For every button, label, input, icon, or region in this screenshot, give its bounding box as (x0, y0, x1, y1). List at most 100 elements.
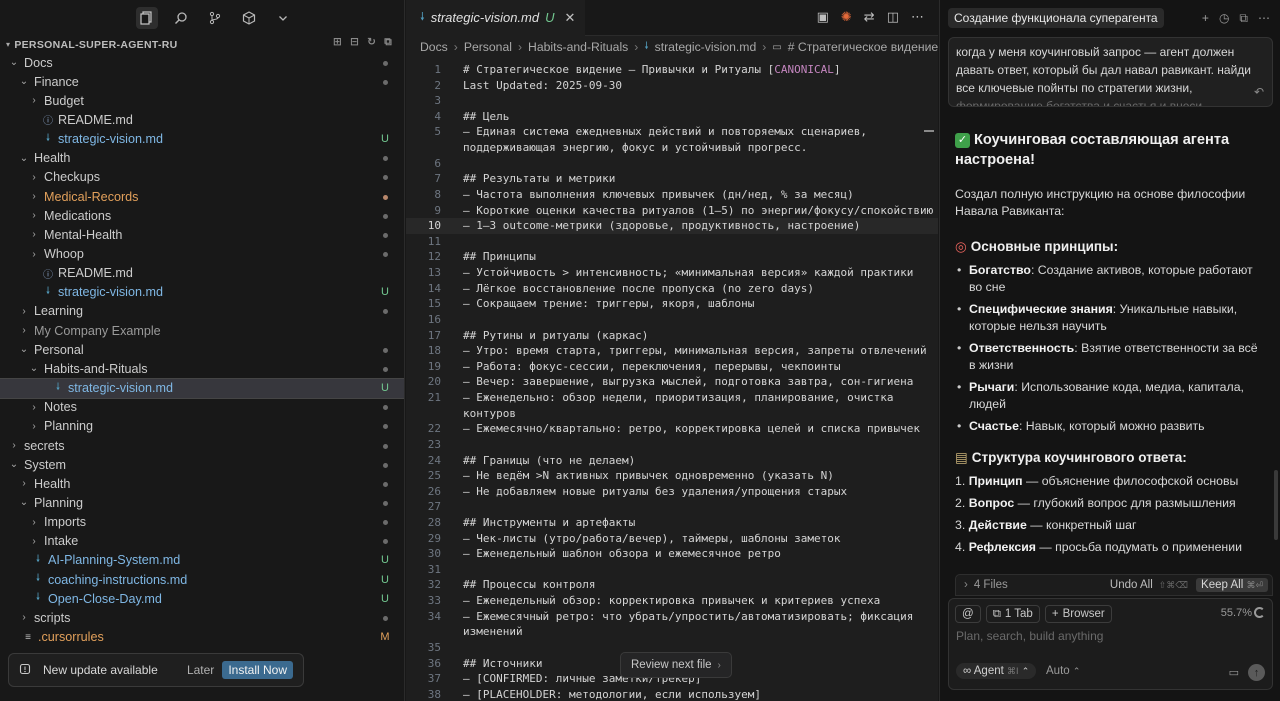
spark-icon[interactable]: ✺ (841, 9, 852, 25)
code-line[interactable]: 34 – Ежемесячный ретро: что убрать/упрост… (406, 609, 938, 625)
agent-mode-selector[interactable]: ∞ Agent ⌘I ⌃ (956, 663, 1037, 679)
more-icon[interactable]: ⋯ (911, 9, 924, 25)
keep-all-button[interactable]: Keep All ⌘⏎ (1196, 578, 1268, 592)
collapse-all-icon[interactable]: ⧉ (384, 36, 392, 49)
code-line[interactable]: 1 # Стратегическое видение — Привычки и Р… (406, 62, 938, 78)
browser-chip[interactable]: + Browser (1044, 605, 1112, 623)
code-line[interactable]: контуров (406, 406, 938, 422)
code-line[interactable]: изменений (406, 624, 938, 640)
code-line[interactable]: поддерживающая энергию, фокус и устойчив… (406, 140, 938, 156)
file-item[interactable]: 🠗 strategic-vision.md U (0, 130, 404, 149)
chat-input[interactable]: Plan, search, build anything (956, 629, 1103, 643)
code-line[interactable]: 24 ## Границы (что не делаем) (406, 453, 938, 469)
folder-item[interactable]: › My Company Example (0, 321, 404, 340)
breadcrumb-item[interactable]: # Стратегическое видение (788, 40, 938, 54)
file-item[interactable]: 🠗 coaching-instructions.md U (0, 570, 404, 589)
folder-item[interactable]: ⌄ Docs (0, 53, 404, 72)
code-line[interactable]: 18 – Утро: время старта, триггеры, минима… (406, 343, 938, 359)
code-line[interactable]: 38 – [PLACEHOLDER: методологии, если испо… (406, 687, 938, 701)
folder-item[interactable]: › scripts (0, 608, 404, 627)
explorer-header[interactable]: ▾ PERSONAL-SUPER-AGENT-RU ⊞ ⊟ ↻ ⧉ (0, 36, 404, 53)
code-line[interactable]: 26 – Не добавляем новые ритуалы без удале… (406, 484, 938, 500)
breadcrumb-item[interactable]: Docs (420, 40, 448, 54)
image-icon[interactable]: ▭ (1229, 666, 1239, 679)
folder-item[interactable]: › Whoop (0, 245, 404, 264)
install-now-button[interactable]: Install Now (222, 661, 293, 679)
close-icon[interactable]: ✕ (565, 10, 576, 26)
code-line[interactable]: 20 – Вечер: завершение, выгрузка мыслей, … (406, 374, 938, 390)
code-line[interactable]: 13 – Устойчивость > интенсивность; «миним… (406, 265, 938, 281)
code-line[interactable]: 6 (406, 156, 938, 172)
folder-item[interactable]: › Mental-Health (0, 225, 404, 244)
new-folder-icon[interactable]: ⊟ (350, 36, 359, 49)
folder-item[interactable]: ⌄ System (0, 455, 404, 474)
file-item[interactable]: 🠗 Open-Close-Day.md U (0, 589, 404, 608)
code-line[interactable]: 28 ## Инструменты и артефакты (406, 515, 938, 531)
folder-item[interactable]: › secrets (0, 436, 404, 455)
code-line[interactable]: 23 (406, 437, 938, 453)
file-item[interactable]: 🠗 strategic-vision.md U (0, 377, 404, 399)
code-line[interactable]: 29 – Чек-листы (утро/работа/вечер), тайме… (406, 531, 938, 547)
new-file-icon[interactable]: ⊞ (333, 36, 342, 49)
folder-item[interactable]: › Imports (0, 513, 404, 532)
mention-button[interactable]: @ (955, 605, 981, 623)
chevron-right-icon[interactable]: › (964, 579, 968, 591)
code-line[interactable]: 21 – Еженедельно: обзор недели, приоритиз… (406, 390, 938, 406)
restore-icon[interactable]: ↶ (1254, 83, 1264, 101)
code-line[interactable]: 32 ## Процессы контроля (406, 577, 938, 593)
code-line[interactable]: 19 – Работа: фокус-сессии, переключения, … (406, 359, 938, 375)
folder-item[interactable]: › Checkups (0, 168, 404, 187)
code-line[interactable]: 9 – Короткие оценки качества ритуалов (1–… (406, 203, 938, 219)
code-line[interactable]: 5 – Единая система ежедневных действий и … (406, 124, 938, 140)
folder-item[interactable]: › Learning (0, 302, 404, 321)
review-next-file-button[interactable]: Review next file › (620, 652, 732, 678)
breadcrumb-item[interactable]: Habits-and-Rituals (528, 40, 628, 54)
code-line[interactable]: 2 Last Updated: 2025-09-30 (406, 78, 938, 94)
code-line[interactable]: 17 ## Рутины и ритуалы (каркас) (406, 328, 938, 344)
folder-item[interactable]: ⌄ Planning (0, 493, 404, 512)
code-line[interactable]: 12 ## Принципы (406, 249, 938, 265)
code-line[interactable]: 30 – Еженедельный шаблон обзора и ежемеся… (406, 546, 938, 562)
code-line[interactable]: 16 (406, 312, 938, 328)
folder-item[interactable]: ⌄ Habits-and-Rituals (0, 359, 404, 378)
folder-item[interactable]: › Medications (0, 206, 404, 225)
folder-item[interactable]: › Planning (0, 417, 404, 436)
code-line[interactable]: 15 – Сокращаем трение: триггеры, якоря, ш… (406, 296, 938, 312)
folder-item[interactable]: ⌄ Personal (0, 340, 404, 359)
code-line[interactable]: 25 – Не ведём >N активных привычек одновр… (406, 468, 938, 484)
file-item[interactable]: ≡ .cursorrules M (0, 628, 404, 647)
search-icon[interactable] (170, 7, 192, 29)
folder-item[interactable]: ⌄ Finance (0, 72, 404, 91)
extensions-icon[interactable] (238, 7, 260, 29)
chat-title[interactable]: Создание функционала суперагента (948, 8, 1164, 28)
folder-item[interactable]: › Budget (0, 91, 404, 110)
code-line[interactable]: 8 – Частота выполнения ключевых привычек … (406, 187, 938, 203)
new-chat-icon[interactable]: + (1202, 11, 1209, 26)
explorer-icon[interactable] (136, 7, 158, 29)
user-message[interactable]: когда у меня коучинговый запрос — агент … (948, 37, 1273, 107)
folder-item[interactable]: › Notes (0, 398, 404, 417)
code-line[interactable]: 4 ## Цель (406, 109, 938, 125)
chat-scrollbar[interactable] (1274, 470, 1278, 540)
files-count[interactable]: 4 Files (974, 579, 1008, 591)
tab-chip[interactable]: ⧉ 1 Tab (985, 605, 1040, 623)
preview-icon[interactable]: ▣ (817, 9, 829, 25)
folder-item[interactable]: › Health (0, 474, 404, 493)
code-line[interactable]: 27 (406, 499, 938, 515)
later-button[interactable]: Later (187, 663, 214, 677)
compare-icon[interactable]: ⇄ (864, 9, 875, 25)
split-editor-icon[interactable]: ◫ (887, 9, 899, 25)
code-line[interactable]: 10 – 1–3 outcome-метрики (здоровье, проду… (406, 218, 938, 234)
code-line[interactable]: 11 (406, 234, 938, 250)
breadcrumb-item[interactable]: strategic-vision.md (655, 40, 757, 54)
file-item[interactable]: ⓘ README.md (0, 264, 404, 283)
breadcrumb-item[interactable]: Personal (464, 40, 512, 54)
code-line[interactable]: 14 – Лёгкое восстановление после пропуска… (406, 281, 938, 297)
more-icon[interactable]: ⋯ (1258, 11, 1270, 26)
code-line[interactable]: 3 (406, 93, 938, 109)
folder-item[interactable]: › Intake (0, 532, 404, 551)
chevron-down-icon[interactable] (272, 7, 294, 29)
copy-icon[interactable]: ⧉ (1239, 11, 1248, 26)
tab-strategic-vision[interactable]: 🠗 strategic-vision.md U ✕ (406, 0, 586, 36)
send-button[interactable]: ↑ (1248, 664, 1265, 681)
